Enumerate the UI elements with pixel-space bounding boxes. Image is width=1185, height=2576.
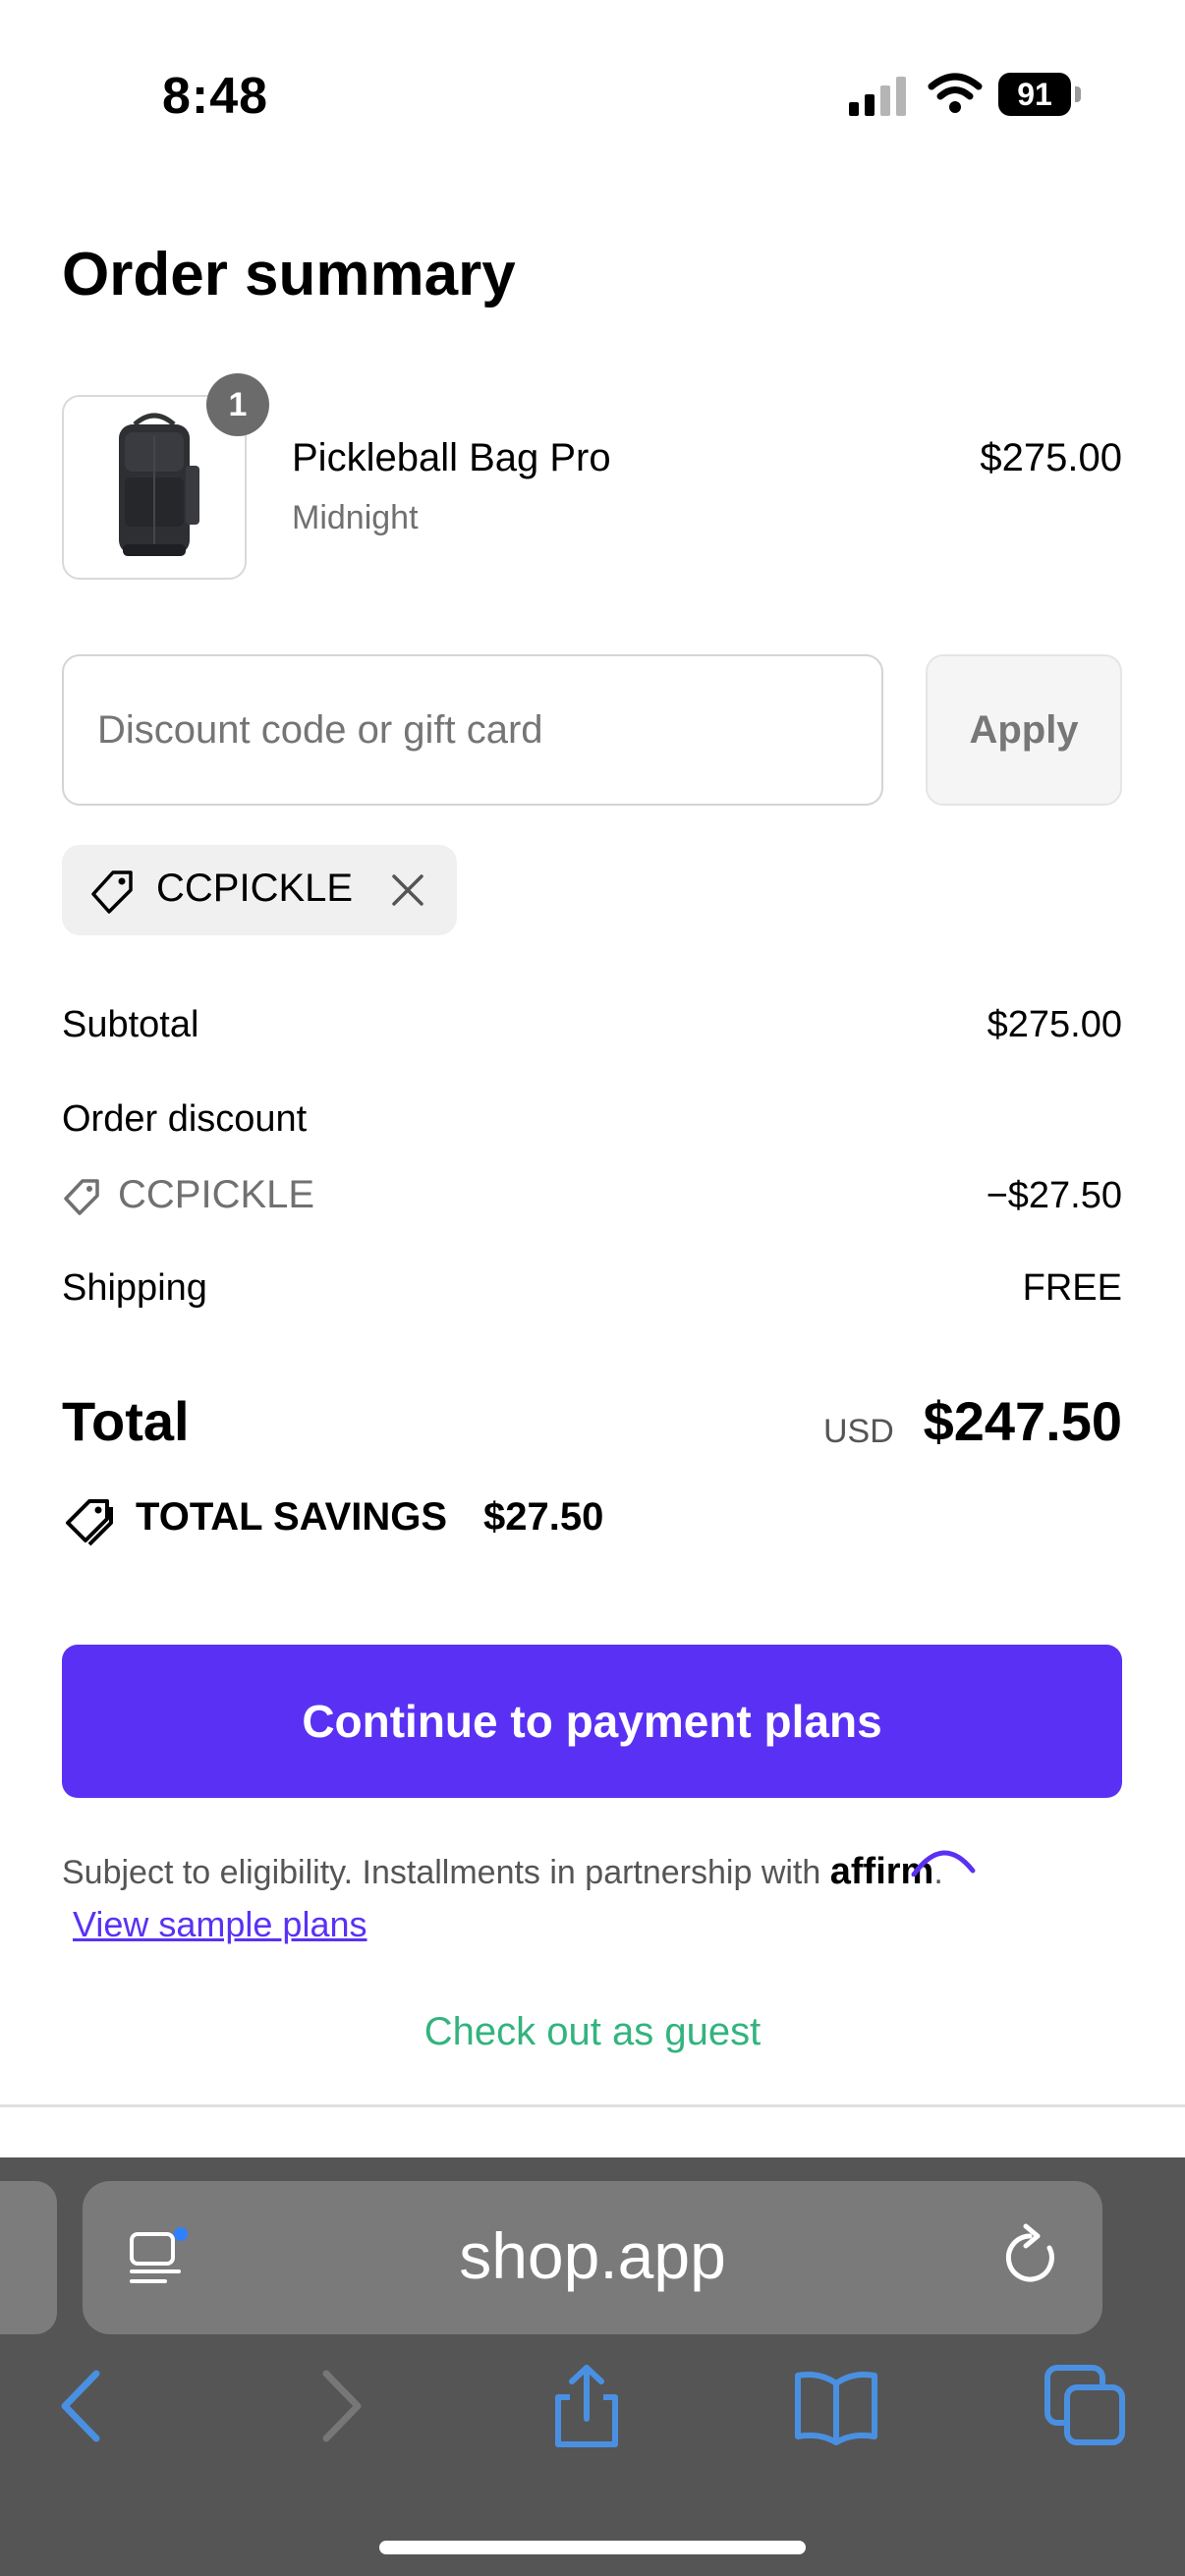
previous-tab-peek[interactable] — [0, 2181, 57, 2334]
share-icon[interactable] — [542, 2362, 631, 2450]
tabs-icon[interactable] — [1042, 2362, 1130, 2450]
order-discount-label: Order discount — [62, 1098, 308, 1140]
apply-button[interactable]: Apply — [926, 654, 1122, 806]
eligibility-note: Subject to eligibility. Installments in … — [62, 1851, 943, 1892]
reader-icon[interactable] — [126, 2226, 191, 2289]
product-variant: Midnight — [292, 499, 419, 536]
discount-value: −$27.50 — [986, 1175, 1122, 1216]
forward-icon[interactable] — [295, 2362, 383, 2450]
total-savings-value: $27.50 — [483, 1495, 604, 1539]
shipping-label: Shipping — [62, 1267, 207, 1309]
total-savings-label: TOTAL SAVINGS — [136, 1495, 448, 1539]
status-time: 8:48 — [162, 68, 269, 125]
signal-icon — [849, 77, 906, 116]
product-name: Pickleball Bag Pro — [292, 436, 611, 479]
tag-icon — [64, 1179, 99, 1215]
close-icon[interactable] — [388, 870, 427, 910]
applied-code-chip: CCPICKLE — [62, 845, 457, 935]
checkout-as-guest-link[interactable]: Check out as guest — [0, 2010, 1185, 2054]
shipping-value: FREE — [1022, 1267, 1122, 1309]
reload-icon[interactable] — [1000, 2222, 1065, 2291]
battery-icon: 91 — [998, 73, 1081, 116]
eligibility-text: Subject to eligibility. Installments in … — [62, 1854, 821, 1891]
subtotal-label: Subtotal — [62, 1004, 199, 1045]
view-sample-plans-link[interactable]: View sample plans — [73, 1904, 367, 1945]
total-value: $247.50 — [923, 1390, 1122, 1452]
battery-level: 91 — [998, 73, 1071, 116]
discount-code-label: CCPICKLE — [118, 1173, 315, 1216]
discount-input[interactable] — [62, 654, 883, 806]
bookmarks-icon[interactable] — [792, 2362, 880, 2450]
address-url[interactable]: shop.app — [83, 2218, 1102, 2293]
savings-tag-icon — [66, 1499, 113, 1546]
affirm-arc-icon — [911, 1850, 976, 1876]
wifi-icon — [928, 73, 983, 113]
applied-code-label: CCPICKLE — [156, 867, 354, 910]
product-price: $275.00 — [980, 436, 1122, 479]
back-icon[interactable] — [39, 2362, 128, 2450]
home-indicator — [379, 2541, 806, 2554]
tag-icon — [91, 870, 133, 914]
continue-payment-plans-button[interactable]: Continue to payment plans — [62, 1645, 1122, 1798]
subtotal-value: $275.00 — [987, 1004, 1122, 1045]
page-title: Order summary — [62, 241, 516, 308]
total-currency: USD — [823, 1413, 894, 1450]
total-label: Total — [62, 1390, 190, 1452]
divider — [0, 2104, 1185, 2107]
quantity-badge: 1 — [206, 373, 269, 436]
